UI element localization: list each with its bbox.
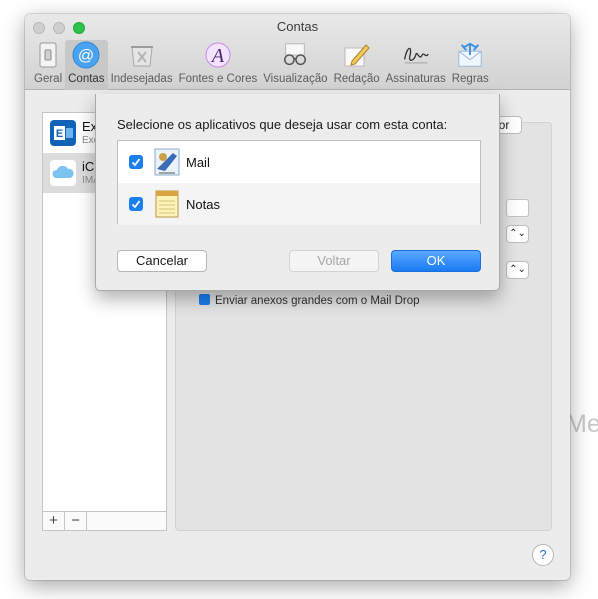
tab-label: Redação: [333, 73, 380, 85]
apps-list: Mail Notas: [117, 140, 481, 225]
notes-app-icon: [153, 189, 181, 219]
accounts-list-footer: + −: [42, 511, 167, 531]
popup-menu[interactable]: ⌃⌄: [506, 225, 529, 243]
tab-label: Visualização: [263, 73, 328, 85]
ok-button[interactable]: OK: [391, 250, 481, 272]
tab-contas[interactable]: @ Contas: [65, 40, 108, 90]
glasses-icon: [281, 41, 309, 69]
add-account-button[interactable]: +: [43, 512, 65, 530]
popup-menu[interactable]: ⌃⌄: [506, 261, 529, 279]
cancel-button[interactable]: Cancelar: [117, 250, 207, 272]
fonts-colors-icon: A: [204, 41, 232, 69]
tab-label: Fontes e Cores: [178, 73, 258, 85]
tab-label: Indesejadas: [110, 73, 173, 85]
preferences-toolbar: Geral @ Contas Indesejadas A Fontes e Co…: [31, 38, 492, 90]
tab-regras[interactable]: Regras: [449, 40, 492, 90]
tab-indesejadas[interactable]: Indesejadas: [108, 40, 176, 90]
tab-label: Contas: [68, 73, 105, 85]
rules-envelope-icon: [456, 41, 484, 69]
at-sign-icon: @: [72, 41, 100, 69]
help-button[interactable]: ?: [532, 544, 554, 566]
sheet-prompt: Selecione os aplicativos que deseja usar…: [117, 117, 448, 132]
compose-pencil-icon: [343, 41, 371, 69]
svg-text:A: A: [210, 45, 225, 67]
tab-visualizacao[interactable]: Visualização: [260, 40, 330, 90]
account-name: iC: [82, 159, 95, 174]
checkmark-icon: [131, 158, 141, 167]
remove-account-button[interactable]: −: [65, 512, 87, 530]
title-bar: Contas Geral @ Contas Indesejadas A Font…: [25, 14, 570, 90]
window-title: Contas: [276, 19, 319, 34]
app-name: Mail: [186, 155, 210, 170]
app-name: Notas: [186, 197, 220, 212]
mail-checkbox[interactable]: [129, 155, 143, 169]
mail-app-icon: [153, 147, 181, 177]
svg-text:E: E: [56, 128, 63, 140]
tab-fontes-e-cores[interactable]: A Fontes e Cores: [176, 40, 261, 90]
app-row-mail[interactable]: Mail: [118, 141, 480, 183]
junk-bin-icon: [128, 41, 156, 69]
mail-drop-option[interactable]: Enviar anexos grandes com o Mail Drop: [199, 294, 420, 307]
checkmark-icon: [131, 200, 141, 209]
tab-redacao[interactable]: Redação: [331, 40, 383, 90]
background-text-fragment: Me: [566, 410, 598, 438]
tab-geral[interactable]: Geral: [31, 40, 65, 90]
mail-drop-label: Enviar anexos grandes com o Mail Drop: [215, 295, 420, 307]
exchange-icon: E: [50, 120, 76, 146]
mail-drop-checkbox[interactable]: [199, 294, 210, 305]
notas-checkbox[interactable]: [129, 197, 143, 211]
app-row-notas[interactable]: Notas: [118, 183, 480, 225]
back-button[interactable]: Voltar: [289, 250, 379, 272]
select-apps-sheet: Selecione os aplicativos que deseja usar…: [95, 94, 500, 291]
svg-text:@: @: [78, 48, 94, 65]
text-field[interactable]: [506, 199, 529, 217]
tab-label: Assinaturas: [385, 73, 446, 85]
tab-label: Regras: [451, 73, 489, 85]
icloud-icon: [50, 160, 76, 186]
tab-label: Geral: [34, 73, 63, 85]
general-switch-icon: [34, 41, 62, 69]
tab-assinaturas[interactable]: Assinaturas: [383, 40, 449, 90]
signature-icon: [402, 41, 430, 69]
